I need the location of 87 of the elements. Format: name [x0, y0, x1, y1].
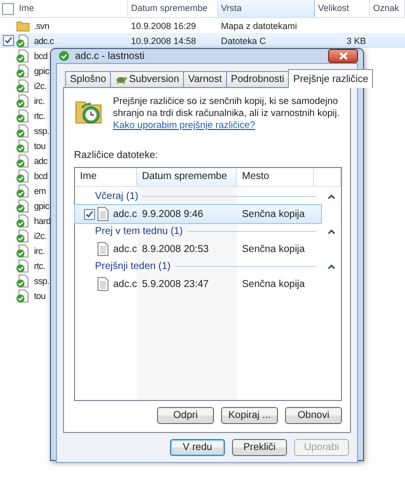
file-check-icon: [16, 108, 30, 122]
document-icon: [97, 207, 110, 221]
file-check-icon: [16, 288, 30, 302]
version-date: 5.9.2008 23:47: [141, 278, 210, 290]
version-location: Senčna kopija: [241, 278, 306, 290]
file-type: Mapa z datotekami: [220, 20, 298, 30]
document-icon: [97, 277, 110, 291]
description-text: Prejšnje različice so iz senčnih kopij, ki se samodejno shranjo na trdi disk računalnika, ali iz varnostnih kopij. Kako uporabim prejšnje različice?: [113, 96, 341, 132]
file-name[interactable]: adc.c: [111, 208, 137, 220]
file-check-icon: [16, 48, 30, 62]
version-date: 8.9.2008 20:53: [141, 244, 210, 254]
group-header[interactable]: Prejšnji teden (1): [95, 261, 171, 272]
file-check-icon: [16, 198, 30, 212]
dialog-button[interactable]: V redu: [170, 439, 225, 456]
file-name[interactable]: ssp.: [31, 276, 50, 286]
file-check-icon: [16, 214, 30, 228]
file-check-icon: [16, 258, 30, 272]
file-name[interactable]: ssp.: [31, 126, 50, 136]
versions-label: Različice datoteke:: [74, 150, 158, 161]
group-header[interactable]: Prej v tem tednu (1): [95, 226, 183, 237]
chevron-icon[interactable]: [328, 264, 335, 269]
action-button[interactable]: Kopiraj ...: [221, 407, 278, 424]
select-all-checkbox[interactable]: [2, 2, 14, 14]
file-name[interactable]: i2c.: [31, 80, 47, 90]
file-date: 10.9.2008 16:29: [130, 20, 198, 30]
close-button[interactable]: [328, 49, 358, 63]
file-name[interactable]: adc: [31, 156, 48, 166]
tab[interactable]: Varnost: [183, 71, 227, 87]
selected-row[interactable]: adc.c 10.9.2008 14:58 Datoteka C 3 KB: [0, 33, 405, 48]
action-button[interactable]: Obnovi: [285, 407, 342, 424]
file-check-icon: [16, 94, 30, 108]
close-icon: [338, 52, 348, 60]
file-type: Datoteka C: [220, 36, 268, 46]
file-name[interactable]: adc.c: [31, 36, 54, 46]
check-icon: [58, 50, 70, 62]
file-check-icon: [16, 34, 30, 48]
selected-row[interactable]: adc.c 9.9.2008 9:46 Senčna kopija: [75, 205, 321, 223]
file-name[interactable]: tou: [31, 140, 46, 150]
tab[interactable]: Prejšnje različice: [288, 69, 374, 88]
file-name[interactable]: .svn: [31, 20, 50, 30]
column-header[interactable]: Vrsta: [218, 0, 315, 17]
file-date: 10.9.2008 14:58: [130, 36, 198, 46]
file-name[interactable]: rtc.: [31, 260, 46, 270]
file-check-icon: [16, 64, 30, 78]
column-header[interactable]: Datum spremembe: [137, 168, 237, 186]
version-date: 9.9.2008 9:46: [141, 208, 204, 220]
tab[interactable]: Splošno: [65, 71, 112, 87]
version-location: Senčna kopija: [241, 244, 306, 254]
file-name[interactable]: bcd: [31, 170, 48, 180]
checkbox[interactable]: [2, 35, 14, 46]
file-name[interactable]: adc.c: [111, 244, 137, 254]
file-check-icon: [16, 244, 30, 258]
file-check-icon: [16, 228, 30, 242]
tab[interactable]: Podrobnosti: [226, 71, 290, 87]
checkbox[interactable]: [84, 208, 95, 220]
file-name[interactable]: i2c.: [31, 230, 47, 240]
file-check-icon: [16, 184, 30, 198]
file-name[interactable]: gpic: [31, 66, 50, 76]
file-check-icon: [16, 78, 30, 92]
column-header[interactable]: Ime: [16, 0, 128, 17]
file-name[interactable]: em: [31, 186, 46, 196]
column-header[interactable]: Velikost: [315, 0, 370, 17]
dialog-button[interactable]: Prekliči: [232, 439, 287, 456]
file-check-icon: [16, 154, 30, 168]
file-check-icon: [16, 138, 30, 152]
tab[interactable]: Subversion: [110, 71, 184, 87]
action-button[interactable]: Odpri: [157, 407, 214, 424]
group-header[interactable]: Včeraj (1): [95, 191, 138, 202]
chevron-icon[interactable]: [328, 194, 335, 199]
window-title: adc.c - lastnosti: [75, 50, 146, 62]
column-header[interactable]: Oznak: [370, 0, 405, 17]
file-name[interactable]: irc.: [31, 246, 45, 256]
help-link[interactable]: Kako uporabim prejšnje različice?: [113, 120, 256, 131]
file-name[interactable]: adc.c: [111, 278, 137, 290]
column-header[interactable]: Mesto: [237, 168, 314, 186]
file-name[interactable]: gpic: [31, 200, 50, 210]
file-name[interactable]: tou: [31, 290, 46, 300]
version-location: Senčna kopija: [241, 208, 306, 220]
file-check-icon: [16, 124, 30, 138]
file-check-icon: [16, 168, 30, 182]
chevron-icon[interactable]: [328, 229, 335, 234]
file-name[interactable]: irc.: [31, 96, 45, 106]
file-check-icon: [16, 274, 30, 288]
file-name[interactable]: rtc.: [31, 110, 46, 120]
file-size: 3 KB: [345, 36, 367, 46]
document-icon: [97, 242, 110, 256]
file-name[interactable]: bcd: [31, 50, 48, 60]
